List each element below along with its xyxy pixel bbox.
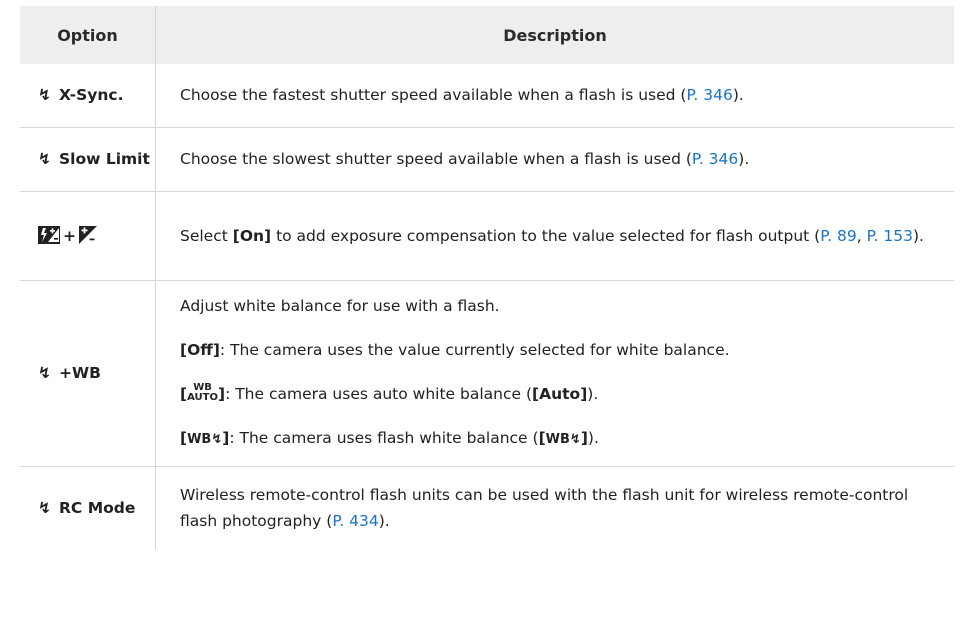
description-cell: Adjust white balance for use with a flas…: [155, 280, 954, 467]
description-text: Select: [180, 226, 233, 245]
page-link[interactable]: P. 89: [820, 227, 857, 245]
table-row: ↯ X-Sync. Choose the fastest shutter spee…: [20, 64, 954, 128]
description-cell: Choose the slowest shutter speed availab…: [155, 127, 954, 192]
wb-off-line: [Off]: The camera uses the value current…: [180, 337, 934, 363]
option-cell: ↯ Slow Limit: [20, 127, 156, 192]
table-row: + Select [On] to add exposure compensati…: [20, 191, 954, 281]
description-text: ).: [912, 226, 924, 245]
wb-flash-icon: WB↯: [187, 432, 223, 447]
header-option: Option: [20, 6, 156, 64]
option-cell: ↯ +WB: [20, 280, 156, 467]
description-text: : The camera uses the value currently se…: [219, 341, 730, 359]
wb-flash-icon: WB↯: [545, 432, 581, 447]
option-cell: +: [20, 191, 156, 281]
page-link[interactable]: P. 346: [692, 150, 738, 168]
setting-value: [Off]: [180, 341, 220, 359]
description-text: ,: [856, 226, 867, 245]
flash-bolt-icon: ↯: [38, 150, 51, 168]
description-cell: Choose the fastest shutter speed availab…: [155, 64, 954, 128]
option-label: +WB: [59, 364, 101, 382]
flash-exposure-comp-icon: [38, 225, 60, 244]
wb-auto-icon: WB AUTO: [187, 382, 218, 403]
header-description: Description: [155, 6, 954, 64]
option-label: RC Mode: [59, 499, 136, 518]
table-row: ↯ Slow Limit Choose the slowest shutter s…: [20, 127, 954, 192]
flash-options-table: Option Description ↯ X-Sync. Choose the f…: [20, 6, 954, 550]
option-cell: ↯ RC Mode: [20, 466, 156, 550]
description-text: Choose the fastest shutter speed availab…: [180, 86, 687, 105]
wb-intro: Adjust white balance for use with a flas…: [180, 297, 500, 315]
setting-value: [On]: [232, 226, 272, 245]
description-cell: Wireless remote-control flash units can …: [156, 466, 955, 550]
description-text: Choose the slowest shutter speed availab…: [180, 150, 692, 168]
flash-bolt-icon: ↯: [38, 499, 51, 518]
wb-flash-line: [WB↯]: The camera uses flash white balan…: [180, 429, 599, 447]
description-text: : The camera uses flash white balance (: [229, 429, 539, 447]
exposure-comp-icon: [79, 225, 97, 244]
option-label: Slow Limit: [59, 150, 150, 168]
option-label: X-Sync.: [59, 86, 124, 105]
flash-bolt-icon: ↯: [38, 364, 51, 382]
description-text: ).: [587, 429, 599, 447]
description-text: ).: [738, 150, 750, 168]
description-text: ).: [587, 385, 599, 403]
page: Option Description ↯ X-Sync. Choose the f…: [0, 0, 974, 619]
description-text: ).: [378, 512, 390, 531]
wb-auto-line: [WB AUTO]: The camera uses auto white bal…: [180, 382, 599, 404]
description-text: ).: [732, 86, 744, 105]
flash-bolt-icon: ↯: [38, 86, 51, 105]
description-cell: Select [On] to add exposure compensation…: [155, 191, 954, 281]
page-link[interactable]: P. 346: [686, 86, 732, 104]
table-header-row: Option Description: [20, 6, 954, 64]
description-text: : The camera uses auto white balance (: [225, 385, 533, 403]
description-text: Wireless remote-control flash units can …: [180, 486, 909, 531]
setting-value: [Auto]: [532, 385, 588, 403]
table-row: ↯ +WB Adjust white balance for use with a…: [20, 280, 954, 467]
option-cell: ↯ X-Sync.: [20, 64, 156, 128]
description-text: to add exposure compensation to the valu…: [271, 226, 821, 245]
option-label: +: [63, 226, 76, 245]
page-link[interactable]: P. 434: [332, 512, 378, 530]
page-link[interactable]: P. 153: [867, 227, 913, 245]
table-row: ↯ RC Mode Wireless remote-control flash u…: [20, 466, 954, 550]
